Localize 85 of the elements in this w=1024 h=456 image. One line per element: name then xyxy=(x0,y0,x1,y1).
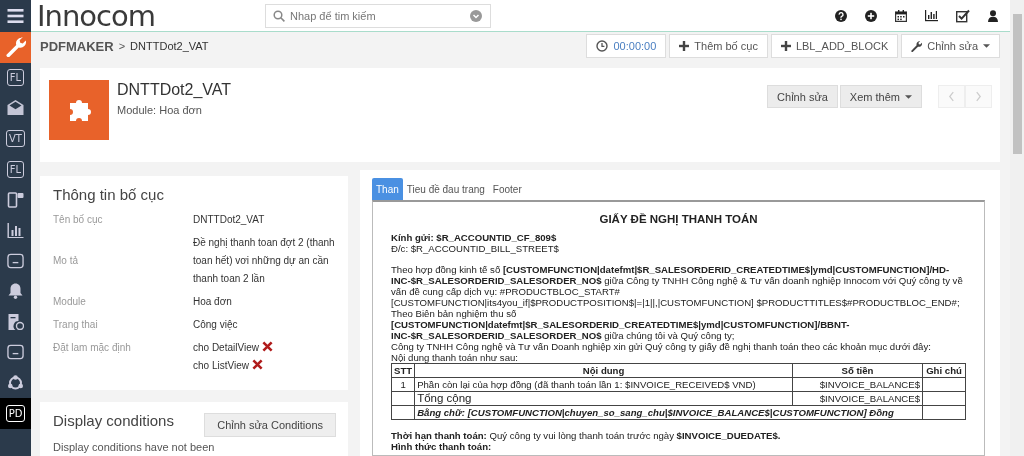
add-button[interactable]: Thêm bố cục xyxy=(669,34,768,58)
bar-chart-icon[interactable] xyxy=(925,9,938,22)
sidebar-badge: FL xyxy=(6,160,25,178)
table-cell: $INVOICE_BALANCE$ xyxy=(792,377,923,392)
envelope-icon xyxy=(7,100,24,117)
add-button[interactable]: LBL_ADD_BLOCK xyxy=(770,34,899,58)
more-menu-button[interactable]: Xem thêm xyxy=(839,85,922,108)
default-label: cho DetailView xyxy=(193,342,259,353)
user-icon[interactable] xyxy=(988,9,998,22)
field-value: DNTTDot2_VAT xyxy=(193,213,266,227)
document-paragraph: Hình thức thanh toán: xyxy=(391,441,493,452)
add-icon[interactable] xyxy=(865,9,877,22)
bar-chart-icon xyxy=(7,222,24,239)
table-cell: $INVOICE_BALANCE$ xyxy=(792,391,923,406)
document-paragraph: Theo hợp đồng kinh tế số [CUSTOMFUNCTION|datefmt|$R_SALESORDERID_CREATEDTIME$|ymd|CUSTOMFUNCTION]/HD-INC-$R_SALESORDERID_SALESORDER_NO$ giữa Công ty TNHH Công nghệ & Tư vấn doanh nghiệp Innocom với Quý công ty về vấn đề cung cấp dịch vụ: #PRODUCTBLOC_START#[CUSTOMFUNCTION|its4you_if|$PRODUCTPOSITION$|=|1||,|CUSTOMFUNCTION] $PRODUCTTITLES$#PRODUCTBLOC_END#; xyxy=(391,264,964,308)
document-paragraph: Theo Biên bản nghiệm thu số [CUSTOMFUNCTION|datefmt|$R_SALESORDERID_CREATEDTIME$|ymd|CUSTOMFUNCTION]/BBNT-INC-$R_SALESORDERID_SALESORDER_NO$ giữa chúng tôi và Quý công ty; xyxy=(391,308,851,341)
table-cell: Bằng chữ: [CUSTOMFUNCTION|chuyen_so_sang_chu|$INVOICE_BALANCE$|CUSTOMFUNCTION] Đồng xyxy=(414,405,923,420)
edit-menu-button[interactable]: Chỉnh sửa xyxy=(901,34,1000,58)
field-label: Đặt lam mặc định xyxy=(53,341,132,355)
column-header: Nội dung xyxy=(414,363,793,378)
logo[interactable]: Innocom xyxy=(37,0,257,31)
document-paragraph: Đ/c: $R_ACCOUNTID_BILL_STREET$ xyxy=(391,243,560,254)
breadcrumb-link[interactable]: PDFMAKER xyxy=(40,38,114,54)
phone-chat-icon xyxy=(7,191,24,208)
search-field[interactable]: Nhap để tim kiếm xyxy=(265,3,491,28)
network-icon xyxy=(7,374,24,391)
record-module: Module: Hoa đơn xyxy=(117,104,203,116)
caret-icon xyxy=(983,44,990,48)
document-paragraph: Công ty TNHH Công nghệ và Tư vấn Doanh nghiệp xin gửi Quý công ty giấy đề nghị thanh toán theo các khoản mục dưới đây: xyxy=(391,341,932,352)
edit-button[interactable]: Chỉnh sửa xyxy=(767,85,838,108)
column-header: Số tiền xyxy=(792,363,923,378)
scrollbar-thumb[interactable] xyxy=(1012,14,1022,154)
sidebar-badge: VT xyxy=(6,130,25,148)
document-paragraph: Kính gửi: $R_ACCOUNTID_CF_809$ xyxy=(391,232,558,243)
table-cell: Tổng cộng xyxy=(414,391,793,406)
box-icon xyxy=(7,344,24,361)
sidebar-item[interactable]: PD xyxy=(0,398,31,429)
document-title: GIẤY ĐỀ NGHỊ THANH TOÁN xyxy=(598,214,759,225)
box-icon xyxy=(7,252,24,269)
field-label: Module xyxy=(53,295,87,309)
card-title: Thông tin bố cục xyxy=(53,186,165,203)
checkbox-icon[interactable] xyxy=(956,8,970,23)
breadcrumb-current: DNTTDot2_VAT xyxy=(130,40,209,52)
wrench-icon xyxy=(911,40,923,52)
plus-icon xyxy=(679,41,690,51)
plus-icon xyxy=(780,41,791,51)
sidebar-item[interactable]: FL xyxy=(0,154,31,185)
timer-button[interactable]: 00:00:00 xyxy=(586,34,667,58)
card-title: Display conditions xyxy=(53,412,174,429)
chevron-right-icon xyxy=(975,91,982,102)
breadcrumb-separator: > xyxy=(118,40,126,52)
menu-icon[interactable] xyxy=(7,8,24,24)
record-title: DNTTDot2_VAT xyxy=(117,81,232,99)
tab[interactable]: Footer xyxy=(488,178,526,200)
sidebar-badge: PD xyxy=(5,404,26,422)
table-cell: Phần còn lại của hợp đồng (đã thanh toán lần 1: $INVOICE_RECEIVED$ VND) xyxy=(414,377,793,392)
search-icon xyxy=(273,9,285,22)
sidebar-item[interactable]: FL xyxy=(0,62,31,93)
document-paragraph: Nội dung thanh toán như sau: xyxy=(391,352,519,363)
clock-icon xyxy=(596,40,609,52)
field-label: Tên bố cục xyxy=(53,213,104,227)
document-paragraph: Thời hạn thanh toán: Quý công ty vui lòng thanh toán trước ngày $INVOICE_DUEDATE$. xyxy=(391,430,782,441)
table-cell: 1 xyxy=(391,377,415,392)
column-header: STT xyxy=(391,363,415,378)
field-label: Trang thai xyxy=(53,318,99,332)
field-value: Đề nghị thanh toan đợt 2 (thanh toan hết) vơi những dự an cần thanh toan 2 lần xyxy=(193,236,336,286)
bell-icon xyxy=(7,283,24,300)
sidebar-item[interactable]: VT xyxy=(0,123,31,154)
sidebar-item[interactable] xyxy=(0,32,31,63)
default-label: cho ListView xyxy=(193,360,249,371)
chevron-down-icon xyxy=(470,9,482,22)
help-icon[interactable] xyxy=(835,9,847,22)
field-value: Hoa đơn xyxy=(193,295,233,309)
chevron-left-icon xyxy=(948,91,955,102)
edit-conditions-button[interactable]: Chỉnh sửa Conditions xyxy=(204,413,336,437)
field-value: Công việc xyxy=(193,318,239,332)
field-label: Mo tả xyxy=(53,254,79,268)
column-header: Ghi chú xyxy=(922,363,966,378)
tab[interactable]: Tieu đề đau trang xyxy=(402,178,489,200)
calendar-icon[interactable] xyxy=(895,9,907,22)
conditions-text: Display conditions have not been xyxy=(53,441,216,453)
wrench-icon xyxy=(5,37,26,58)
caret-icon xyxy=(905,94,912,99)
sidebar-badge: FL xyxy=(6,69,25,87)
invoice-icon xyxy=(7,313,24,330)
